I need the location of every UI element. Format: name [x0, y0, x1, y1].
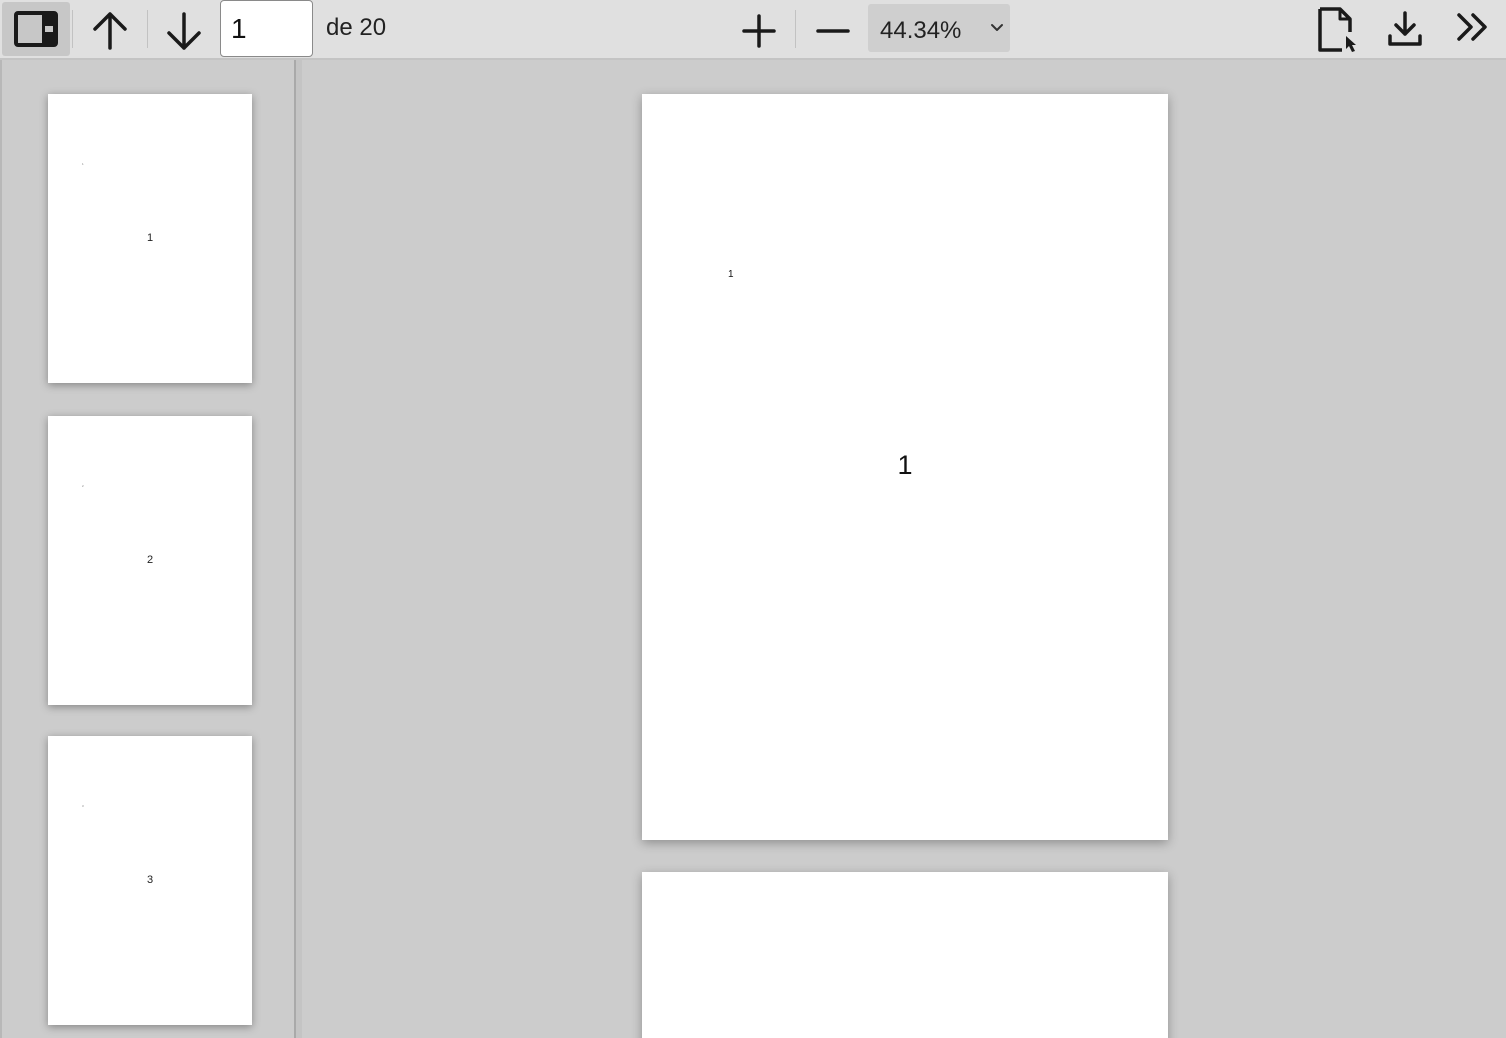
next-page-button[interactable] [160, 8, 208, 56]
thumbnail-page-3[interactable]: 3 3 [48, 736, 252, 1025]
chevron-down-icon [990, 20, 1004, 38]
thumbnail-page-2[interactable]: 2 2 [48, 416, 252, 705]
thumbnail-page-number: 3 [146, 874, 154, 886]
toolbar-separator [72, 10, 73, 48]
thumbnail-page-1[interactable]: 1 1 [48, 94, 252, 383]
download-button[interactable] [1382, 6, 1428, 52]
document-page-1: 1 1 [642, 94, 1168, 840]
previous-page-button[interactable] [86, 6, 134, 54]
download-icon [1386, 10, 1424, 48]
thumbnail-page-number: 2 [146, 554, 154, 566]
document-page-2 [642, 872, 1168, 1038]
zoom-in-button[interactable] [736, 8, 782, 54]
zoom-out-button[interactable] [810, 8, 856, 54]
sidebar-resizer[interactable] [294, 60, 302, 1038]
plus-icon [742, 14, 776, 48]
more-tools-button[interactable] [1450, 4, 1496, 50]
sidebar-toggle-button[interactable] [2, 2, 70, 56]
thumbnail-header-mark: 3 [82, 804, 84, 808]
arrow-down-icon [165, 12, 203, 52]
page-header-mark: 1 [728, 269, 734, 280]
toolbar-separator [795, 10, 796, 48]
zoom-value: 44.34% [880, 17, 962, 44]
thumbnail-header-mark: 1 [82, 162, 84, 166]
document-cursor-icon [1314, 6, 1360, 54]
presentation-mode-button[interactable] [1312, 4, 1362, 56]
sidebar-toggle-icon [14, 11, 58, 47]
thumbnail-sidebar[interactable]: 1 1 2 2 3 3 [0, 60, 294, 1038]
double-chevron-right-icon [1455, 11, 1491, 43]
page-body-number: 1 [897, 450, 913, 480]
zoom-select[interactable]: 44.34% [868, 4, 1010, 52]
page-count-label: de 20 [326, 14, 387, 41]
document-viewer[interactable]: 1 1 [302, 60, 1506, 1038]
minus-icon [816, 14, 850, 48]
thumbnail-page-number: 1 [146, 232, 154, 244]
page-number-input[interactable] [220, 0, 313, 57]
toolbar-separator [147, 10, 148, 48]
toolbar: de 20 44.34% [0, 0, 1506, 60]
thumbnail-header-mark: 2 [82, 484, 84, 488]
arrow-up-icon [91, 10, 129, 50]
